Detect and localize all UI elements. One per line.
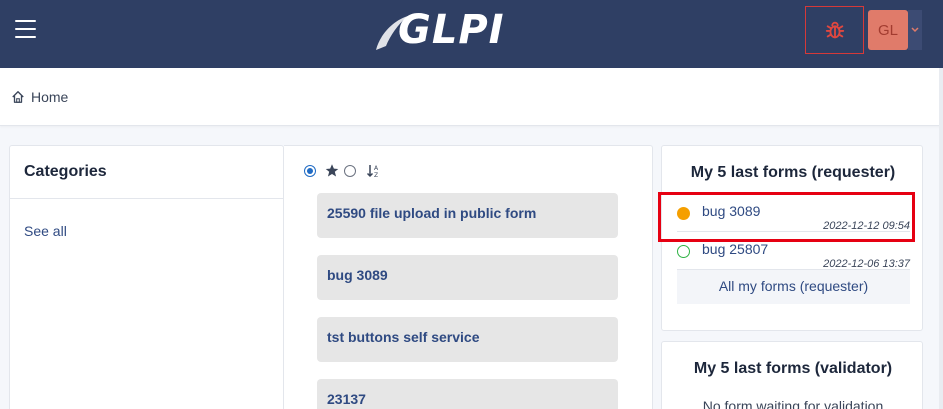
form-card[interactable]: 25590 file upload in public form [317,193,618,238]
svg-text:Z: Z [374,172,378,178]
forms-panel: A Z 25590 file upload in public form bug… [284,145,653,409]
glpi-logo[interactable]: GLPI [372,6,504,54]
categories-divider [10,198,284,199]
last-forms-validator-panel: My 5 last forms (validator) No form wait… [661,341,923,409]
page-scrollbar[interactable] [939,68,943,409]
breadcrumb-bar: Home [0,68,943,126]
form-card[interactable]: 23137 [317,379,618,409]
menu-toggle-icon[interactable] [15,20,36,38]
home-icon [12,91,24,103]
top-navbar: GLPI GL [0,0,943,68]
status-new-icon [677,245,690,258]
categories-panel: Categories See all [9,145,284,409]
user-menu-chevron-down-icon[interactable] [908,10,922,50]
logo-text: GLPI [398,7,505,53]
requester-form-link[interactable]: bug 25807 [702,241,768,257]
see-all-link[interactable]: See all [24,223,67,239]
validator-empty-message: No form waiting for validation [702,398,884,409]
bug-icon [825,21,844,39]
breadcrumb[interactable]: Home [11,89,68,105]
sort-popularity-radio[interactable] [304,164,316,177]
avatar-initials: GL [877,21,898,39]
sort-controls: A Z [304,163,382,178]
form-card[interactable]: bug 3089 [317,255,618,300]
highlight-box [658,192,915,242]
all-my-forms-requester-link[interactable]: All my forms (requester) [677,270,910,304]
categories-title: Categories [24,163,107,180]
user-avatar[interactable]: GL [868,10,908,50]
sort-alpha-icon: A Z [366,164,379,178]
star-icon [325,164,339,177]
requester-panel-title: My 5 last forms (requester) [690,164,896,181]
requester-form-date: 2022-12-06 13:37 [823,258,910,270]
validator-panel-title: My 5 last forms (validator) [693,360,893,377]
form-card[interactable]: tst buttons self service [317,317,618,362]
sort-alphabetical-radio[interactable] [344,164,356,177]
debug-mode-button[interactable] [805,6,864,54]
svg-text:A: A [374,165,379,172]
breadcrumb-home-link[interactable]: Home [31,89,68,105]
